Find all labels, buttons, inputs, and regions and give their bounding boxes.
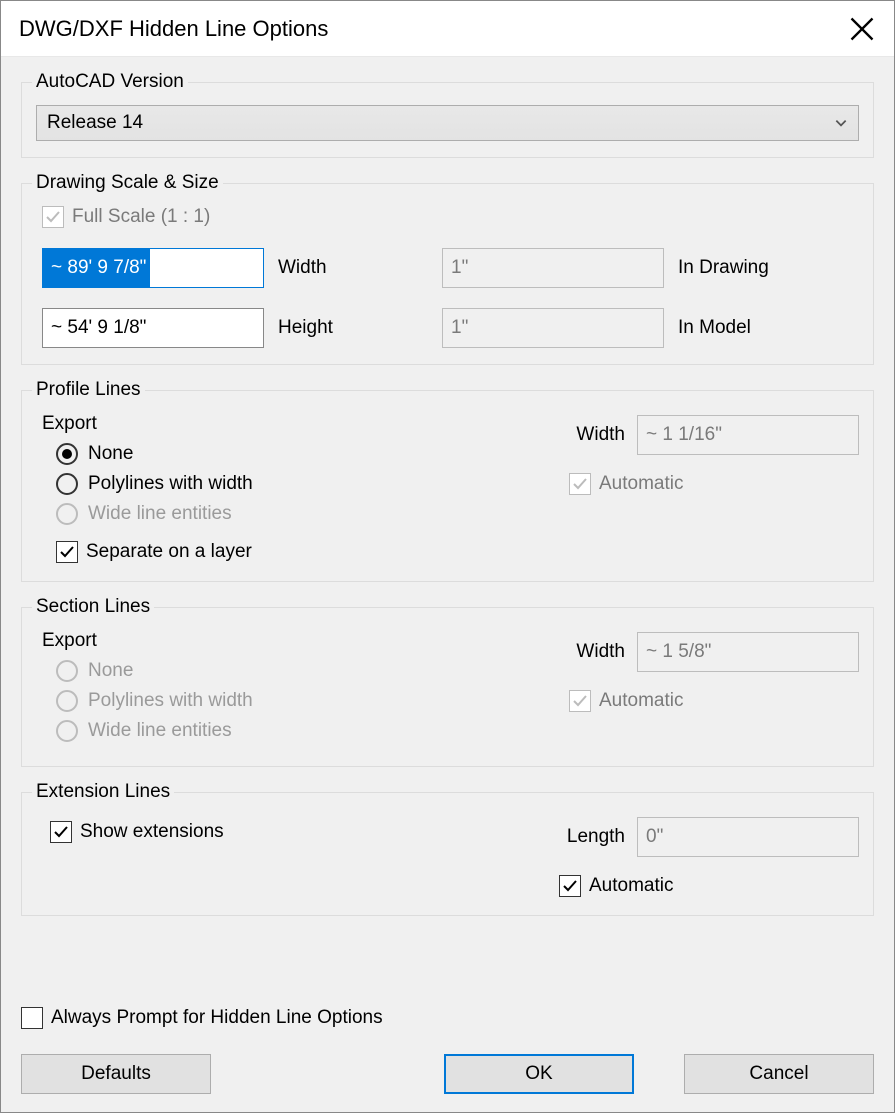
defaults-button[interactable]: Defaults (21, 1054, 211, 1094)
dialog-hidden-line-options: DWG/DXF Hidden Line Options AutoCAD Vers… (0, 0, 895, 1113)
drawing-width-input[interactable]: ~ 89' 9 7/8" (42, 248, 264, 288)
legend-section: Section Lines (32, 596, 154, 618)
section-export-label: Export (42, 630, 529, 652)
group-profile-lines: Profile Lines Export None Polylines with… (21, 379, 874, 582)
extension-length-input (637, 817, 859, 857)
group-section-lines: Section Lines Export None Polylines with… (21, 596, 874, 767)
legend-extension: Extension Lines (32, 781, 174, 803)
chevron-down-icon (834, 116, 848, 130)
group-drawing-scale: Drawing Scale & Size Full Scale (1 : 1) … (21, 172, 874, 365)
full-scale-label: Full Scale (1 : 1) (72, 206, 210, 228)
extension-automatic-checkbox[interactable]: Automatic (559, 875, 673, 897)
in-drawing-label: In Drawing (678, 257, 838, 279)
profile-export-polylines-radio[interactable]: Polylines with width (56, 473, 529, 495)
extension-length-label: Length (549, 826, 625, 848)
check-icon (45, 209, 61, 225)
profile-width-label: Width (559, 424, 625, 446)
cancel-button[interactable]: Cancel (684, 1054, 874, 1094)
group-extension-lines: Extension Lines Show extensions Leng (21, 781, 874, 916)
legend-scale: Drawing Scale & Size (32, 172, 223, 194)
profile-export-wide-radio: Wide line entities (56, 503, 529, 525)
section-width-label: Width (559, 641, 625, 663)
dialog-title: DWG/DXF Hidden Line Options (19, 16, 848, 42)
full-scale-checkbox: Full Scale (1 : 1) (42, 206, 210, 228)
in-drawing-input (442, 248, 664, 288)
profile-export-label: Export (42, 413, 529, 435)
in-model-label: In Model (678, 317, 838, 339)
always-prompt-checkbox[interactable]: Always Prompt for Hidden Line Options (21, 1007, 383, 1029)
check-icon (53, 824, 69, 840)
close-icon[interactable] (848, 15, 876, 43)
legend-autocad: AutoCAD Version (32, 71, 188, 93)
autocad-version-value: Release 14 (47, 112, 143, 134)
width-label: Width (278, 257, 428, 279)
section-width-input (637, 632, 859, 672)
profile-width-input (637, 415, 859, 455)
check-icon (572, 693, 588, 709)
in-model-input (442, 308, 664, 348)
group-autocad-version: AutoCAD Version Release 14 (21, 71, 874, 158)
height-label: Height (278, 317, 428, 339)
titlebar: DWG/DXF Hidden Line Options (1, 1, 894, 57)
profile-separate-layer-checkbox[interactable]: Separate on a layer (56, 541, 252, 563)
section-export-wide-radio: Wide line entities (56, 720, 529, 742)
check-icon (572, 476, 588, 492)
legend-profile: Profile Lines (32, 379, 145, 401)
section-export-none-radio: None (56, 660, 529, 682)
check-icon (59, 544, 75, 560)
section-export-polylines-radio: Polylines with width (56, 690, 529, 712)
ok-button[interactable]: OK (444, 1054, 634, 1094)
drawing-height-input[interactable] (42, 308, 264, 348)
autocad-version-select[interactable]: Release 14 (36, 105, 859, 141)
profile-automatic-checkbox: Automatic (569, 473, 683, 495)
show-extensions-checkbox[interactable]: Show extensions (50, 821, 224, 843)
check-icon (562, 878, 578, 894)
section-automatic-checkbox: Automatic (569, 690, 683, 712)
profile-export-none-radio[interactable]: None (56, 443, 529, 465)
